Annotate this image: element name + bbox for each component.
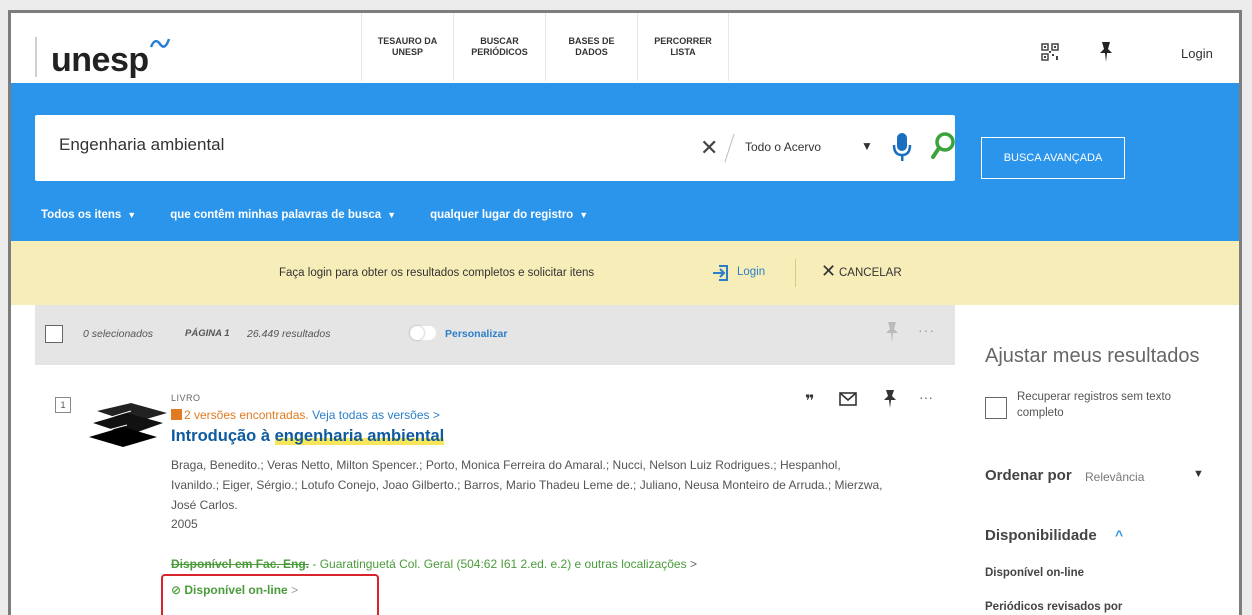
availability-location: - Guaratinguetá Col. Geral (504:62 I61 2… [309, 557, 687, 571]
result-item: 1 LIVRO 2 versões encontradas. Veja toda… [35, 365, 955, 615]
top-nav: TESAURO DA UNESP BUSCAR PERIÓDICOS BASES… [361, 13, 729, 81]
pin-icon[interactable] [883, 389, 897, 409]
logo-divider [35, 37, 37, 77]
chevron-down-icon: ▼ [579, 210, 589, 220]
logo-mark-icon [149, 38, 171, 48]
result-title[interactable]: Introdução à engenharia ambiental [171, 427, 445, 446]
close-icon[interactable]: ✕ [821, 261, 836, 282]
nav-buscar-periodicos[interactable]: BUSCAR PERIÓDICOS [453, 13, 545, 81]
advanced-search-button[interactable]: BUSCA AVANÇADA [981, 137, 1125, 179]
filter-items[interactable]: Todos os itens ▼ [41, 209, 136, 221]
top-bar: unesp TESAURO DA UNESP BUSCAR PERIÓDICOS… [11, 13, 1239, 83]
clear-search-icon[interactable]: ✕ [700, 135, 718, 161]
pin-icon[interactable] [1097, 41, 1115, 63]
chevron-down-icon: ▼ [127, 210, 137, 220]
personalize-label[interactable]: Personalizar [445, 328, 507, 340]
selected-count: 0 selecionados [83, 328, 154, 340]
scope-select[interactable]: Todo o Acervo [745, 140, 821, 154]
pin-icon[interactable] [885, 321, 899, 343]
highlight-box [161, 574, 379, 615]
sign-in-icon[interactable] [711, 263, 731, 283]
chevron-right-icon: > [686, 557, 697, 571]
full-text-checkbox-label: Recuperar registros sem texto completo [1017, 391, 1172, 419]
resource-type: LIVRO [171, 393, 201, 403]
result-year: 2005 [171, 517, 198, 531]
login-banner: Faça login para obter os resultados comp… [11, 241, 1239, 305]
results-toolbar: 0 selecionados PÁGINA 1 26.449 resultado… [35, 305, 955, 365]
more-options-icon[interactable]: ··· [919, 389, 933, 405]
nav-percorrer-lista[interactable]: PERCORRER LISTA [637, 13, 729, 81]
search-band: ✕ Todo o Acervo ▼ BUSCA AVANÇADA Todos o… [11, 83, 1239, 241]
availability-facet-header[interactable]: Disponibilidade [985, 527, 1097, 544]
filter-words-label: que contêm minhas palavras de busca [170, 209, 382, 221]
chevron-down-icon[interactable]: ▼ [1193, 468, 1204, 480]
availability-line[interactable]: Disponível em Fac. Eng. - Guaratinguetá … [171, 557, 697, 571]
nav-tesauro[interactable]: TESAURO DA UNESP [361, 13, 453, 81]
citation-icon[interactable]: ❞ [805, 391, 814, 411]
scope-caret-icon[interactable]: ▼ [861, 139, 873, 153]
filters-sidebar: Ajustar meus resultados Recuperar regist… [955, 305, 1239, 615]
browser-frame: unesp TESAURO DA UNESP BUSCAR PERIÓDICOS… [8, 10, 1242, 615]
search-separator [724, 133, 735, 163]
login-banner-text: Faça login para obter os resultados comp… [279, 267, 595, 279]
sort-select[interactable]: Relevância [1085, 470, 1144, 484]
banner-divider [795, 259, 796, 287]
availability-status: Disponível em Fac. Eng. [171, 557, 310, 571]
search-go-icon[interactable] [930, 131, 956, 161]
login-link[interactable]: Login [1181, 46, 1213, 61]
result-authors: Braga, Benedito.; Veras Netto, Milton Sp… [171, 458, 883, 512]
filter-items-label: Todos os itens [41, 209, 122, 221]
result-index[interactable]: 1 [55, 397, 71, 413]
facet-peer-reviewed[interactable]: Periódicos revisados por [985, 601, 1122, 613]
versions-found: 2 versões encontradas. [184, 408, 309, 422]
results-count: 26.449 resultados [247, 328, 331, 340]
page-label: PÁGINA 1 [185, 328, 230, 339]
versions-line: 2 versões encontradas. Veja todas as ver… [171, 408, 440, 422]
see-all-versions-link[interactable]: Veja todas as versões [312, 408, 429, 422]
filter-field-label: qualquer lugar do registro [430, 209, 574, 221]
nav-bases-de-dados[interactable]: BASES DE DADOS [545, 13, 637, 81]
microphone-icon[interactable] [891, 131, 913, 163]
email-icon[interactable] [839, 391, 857, 407]
filter-field[interactable]: qualquer lugar do registro ▼ [430, 209, 588, 221]
search-filters: Todos os itens ▼ que contêm minhas palav… [41, 209, 588, 221]
title-highlight: engenharia ambiental [274, 427, 445, 445]
book-icon [89, 403, 167, 447]
chevron-down-icon: ▼ [387, 210, 397, 220]
personalize-toggle[interactable] [410, 326, 436, 340]
banner-login-link[interactable]: Login [737, 266, 765, 278]
filter-words[interactable]: que contêm minhas palavras de busca ▼ [170, 209, 396, 221]
full-text-checkbox[interactable] [985, 397, 1007, 419]
more-options-icon[interactable]: ··· [918, 322, 935, 338]
search-box: ✕ Todo o Acervo ▼ [35, 115, 955, 181]
search-input[interactable] [59, 135, 659, 155]
chevron-right-icon: > [429, 408, 440, 422]
select-all-checkbox[interactable] [45, 325, 63, 343]
logo[interactable]: unesp [51, 41, 149, 80]
chevron-up-icon[interactable]: ^ [1115, 527, 1123, 543]
sidebar-title: Ajustar meus resultados [985, 345, 1200, 367]
banner-cancel-button[interactable]: CANCELAR [839, 267, 902, 279]
title-prefix: Introdução à [171, 427, 275, 445]
sort-label: Ordenar por [985, 467, 1072, 484]
versions-icon [171, 409, 182, 420]
qr-code-icon[interactable] [1041, 43, 1059, 61]
facet-online[interactable]: Disponível on-line [985, 567, 1084, 579]
